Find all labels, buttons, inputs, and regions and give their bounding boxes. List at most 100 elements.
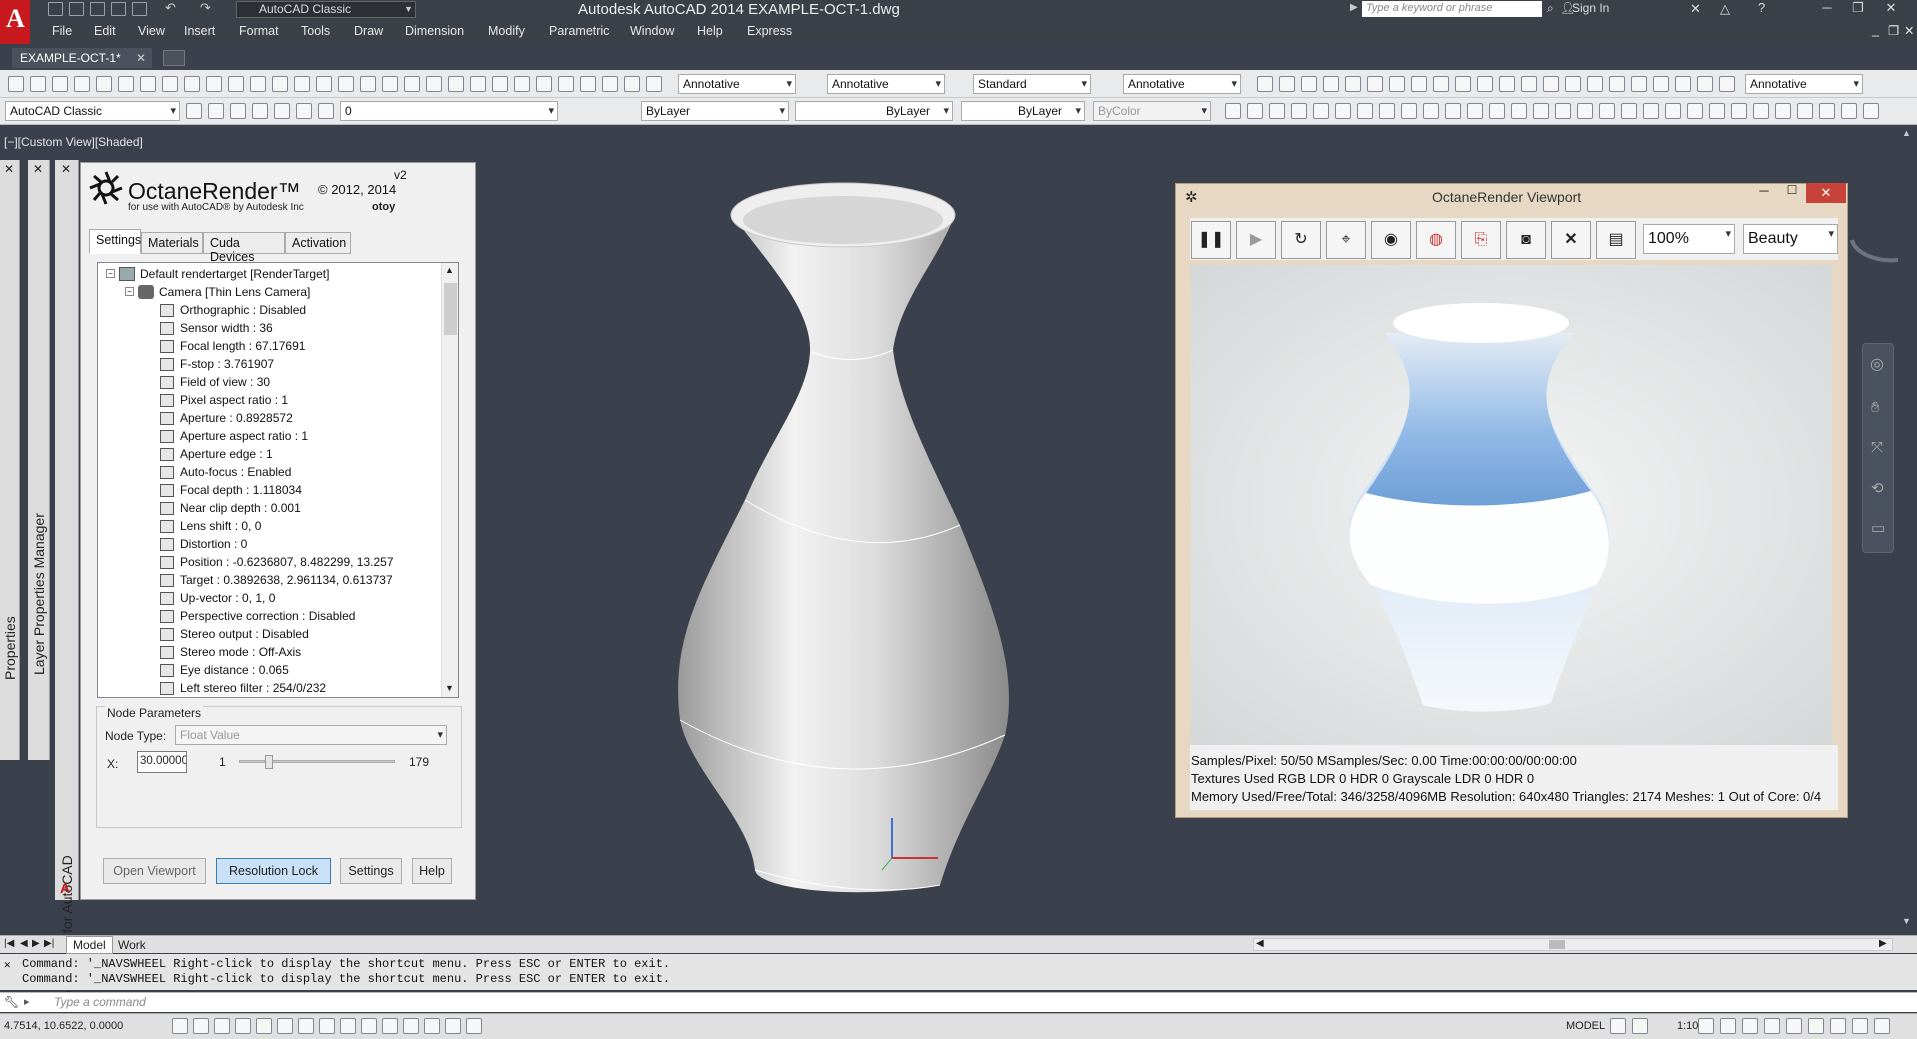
node-type-select[interactable]: Float Value [175,725,447,745]
toolbar-tool-icon[interactable] [140,76,156,92]
menu-format[interactable]: Format [239,24,279,38]
modeling-tool-icon[interactable] [1621,103,1637,119]
new-icon[interactable] [48,2,63,16]
stop-icon[interactable]: ✕ [1551,221,1591,259]
toolbar-tool-icon[interactable] [536,76,552,92]
modeling-tool-icon[interactable] [1753,103,1769,119]
close-icon[interactable]: ✕ [33,162,43,176]
dimension-tool-icon[interactable] [1499,76,1515,92]
first-layout-icon[interactable]: |◀ [4,938,14,949]
toolbar-tool-icon[interactable] [470,76,486,92]
modeling-tool-icon[interactable] [1577,103,1593,119]
layer-tool-icon[interactable] [274,103,290,119]
coordinates-readout[interactable]: 4.7514, 10.6522, 0.0000 [4,1020,123,1032]
dimension-tool-icon[interactable] [1345,76,1361,92]
modeling-tool-icon[interactable] [1511,103,1527,119]
modeling-tool-icon[interactable] [1863,103,1879,119]
drafting-toggle-icon[interactable] [193,1018,209,1034]
properties-palette-title[interactable]: Properties [2,616,18,680]
toolbar-tool-icon[interactable] [272,76,288,92]
tree-scrollbar[interactable]: ▲ ▼ [441,263,458,697]
toolbar-tool-icon[interactable] [602,76,618,92]
wrench-icon[interactable]: 🔧︎ [4,995,19,1009]
toolbar-tool-icon[interactable] [492,76,508,92]
dimension-tool-icon[interactable] [1587,76,1603,92]
gear-icon[interactable]: ✲ [1185,188,1198,206]
modeling-tool-icon[interactable] [1335,103,1351,119]
modeling-tool-icon[interactable] [1797,103,1813,119]
layer-tool-icon[interactable] [208,103,224,119]
next-layout-icon[interactable]: ▶ [32,938,40,949]
toolbar-tool-icon[interactable] [96,76,112,92]
drafting-toggle-icon[interactable] [172,1018,188,1034]
navigation-bar[interactable]: ◎ ✋︎ ⤧ ⟲ ▭ [1862,343,1894,553]
collapse-icon[interactable]: − [125,287,134,296]
menu-edit[interactable]: Edit [94,24,116,38]
drafting-toggle-icon[interactable] [277,1018,293,1034]
pan-icon[interactable]: ✋︎ [1871,399,1880,416]
dimension-tool-icon[interactable] [1323,76,1339,92]
modeling-tool-icon[interactable] [1709,103,1725,119]
close-icon[interactable]: ✕ [1876,0,1906,18]
dim-style-select[interactable]: Annotative [827,74,945,94]
multileader-style-select[interactable]: Annotative [1123,74,1241,94]
menu-help[interactable]: Help [697,24,723,38]
drafting-toggle-icon[interactable] [319,1018,335,1034]
expand-arrow-icon[interactable]: ▶ [1350,2,1358,13]
pause-icon[interactable]: ❚❚ [1191,221,1231,259]
drafting-toggle-icon[interactable] [424,1018,440,1034]
layer-tool-icon[interactable] [186,103,202,119]
tray-icon[interactable] [1830,1018,1846,1034]
open-viewport-button[interactable]: Open Viewport [103,858,206,884]
showmotion-icon[interactable]: ▭ [1871,519,1885,537]
tray-icon[interactable] [1742,1018,1758,1034]
modeling-tool-icon[interactable] [1599,103,1615,119]
color-picker-icon[interactable]: ◍ [1416,221,1456,259]
dimension-tool-icon[interactable] [1697,76,1713,92]
orbit-icon[interactable]: ⟲ [1871,479,1884,497]
drafting-toggle-icon[interactable] [214,1018,230,1034]
tray-icon[interactable] [1698,1018,1714,1034]
new-tab-button[interactable] [163,50,185,66]
table-style-select[interactable]: Standard [973,74,1091,94]
minimize-icon[interactable]: ─ [1812,0,1842,18]
close-icon[interactable]: ✕ [1806,183,1846,203]
modeling-tool-icon[interactable] [1731,103,1747,119]
layer-manager-palette-title[interactable]: Layer Properties Manager [31,513,47,675]
open-icon[interactable] [69,2,84,16]
toolbar-tool-icon[interactable] [162,76,178,92]
tab-cuda-devices[interactable]: Cuda Devices [203,232,285,264]
undo-icon[interactable]: ↶ [165,1,180,16]
modeling-tool-icon[interactable] [1819,103,1835,119]
layer-manager-palette-strip[interactable]: ✕ Layer Properties Manager [28,160,50,760]
restart-icon[interactable]: ↻ [1281,221,1321,259]
properties-palette-strip[interactable]: ✕ Properties [0,160,20,760]
toolbar-tool-icon[interactable] [448,76,464,92]
menu-draw[interactable]: Draw [354,24,383,38]
dimension-tool-icon[interactable] [1565,76,1581,92]
modeling-tool-icon[interactable] [1533,103,1549,119]
slider-thumb[interactable] [265,755,273,769]
horizontal-scrollbar[interactable]: ◀ ▶ [1253,938,1893,951]
tab-close-icon[interactable]: ✕ [136,51,146,65]
help-button[interactable]: Help [412,858,452,884]
dimension-tool-icon[interactable] [1543,76,1559,92]
toolbar-tool-icon[interactable] [228,76,244,92]
scroll-left-icon[interactable]: ◀ [1256,938,1264,949]
close-icon[interactable]: ✕ [61,162,71,176]
x-value-input[interactable]: 30.00000 [137,751,187,773]
modeling-tool-icon[interactable] [1467,103,1483,119]
toolbar-tool-icon[interactable] [294,76,310,92]
search-input[interactable]: Type a keyword or phrase [1362,1,1542,17]
modeling-tool-icon[interactable] [1357,103,1373,119]
toolbar-tool-icon[interactable] [514,76,530,92]
autodesk360-icon[interactable]: △ [1720,1,1730,17]
scroll-thumb[interactable] [444,283,457,335]
layer-tool-icon[interactable] [296,103,312,119]
modeling-tool-icon[interactable] [1445,103,1461,119]
settings-tree[interactable]: − Default rendertarget [RenderTarget] − … [97,262,459,698]
drafting-toggle-icon[interactable] [256,1018,272,1034]
octane-palette-strip[interactable]: ✕ OctaneRender for AutoCAD A [55,160,79,1028]
scroll-down-icon[interactable]: ▼ [1902,916,1911,926]
layer-select[interactable]: 0 [340,101,558,121]
